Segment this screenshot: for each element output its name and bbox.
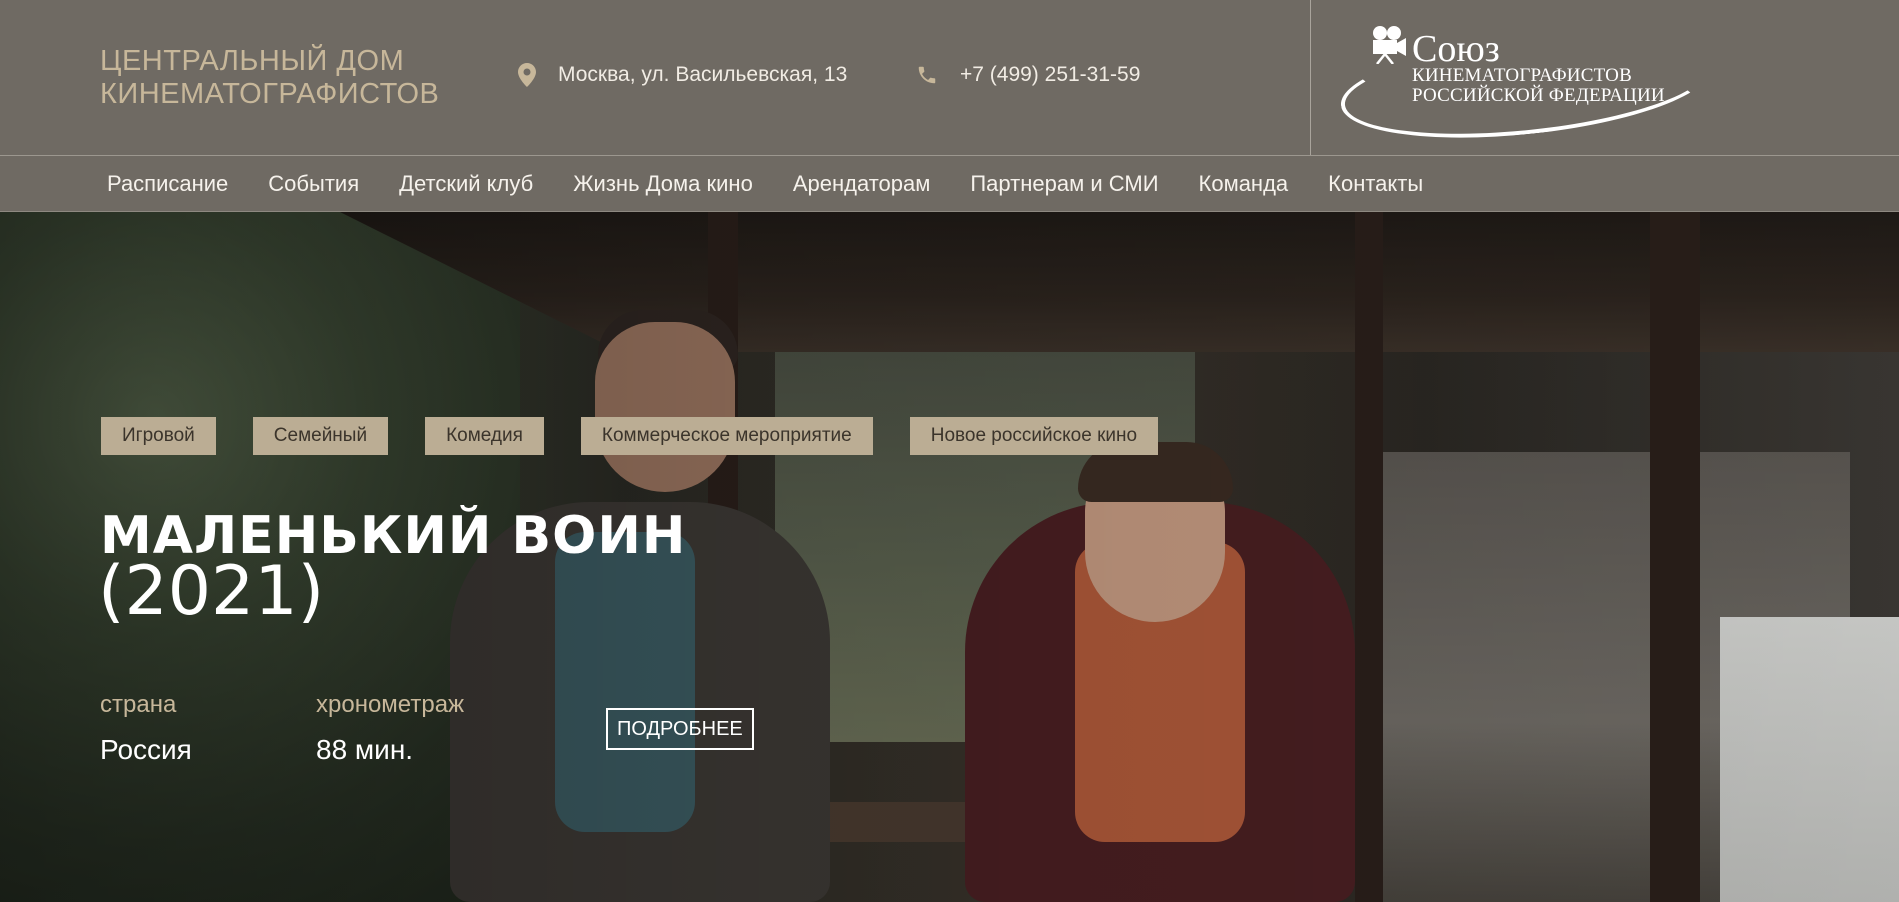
genre-tags: Игровой Семейный Комедия Коммерческое ме… xyxy=(101,417,1195,455)
duration-label: хронометраж xyxy=(316,691,465,718)
site-title-line1: ЦЕНТРАЛЬНЫЙ ДОМ xyxy=(100,45,405,77)
tag-comedy[interactable]: Комедия xyxy=(425,417,544,455)
site-title-line2: КИНЕМАТОГРАФИСТОВ xyxy=(100,78,440,110)
nav-item-events[interactable]: События xyxy=(268,171,359,197)
tag-new-russian-cinema[interactable]: Новое российское кино xyxy=(909,417,1159,455)
more-button[interactable]: ПОДРОБНЕЕ xyxy=(606,708,754,750)
map-pin-icon xyxy=(518,63,536,87)
union-logo[interactable]: Союз Кинематографистов Российской федера… xyxy=(1336,18,1717,154)
nav-item-partners[interactable]: Партнерам и СМИ xyxy=(970,171,1158,197)
nav-item-schedule[interactable]: Расписание xyxy=(107,171,228,197)
header-divider xyxy=(1310,0,1311,155)
phone-text: +7 (499) 251-31-59 xyxy=(960,63,1141,86)
nav-item-contacts[interactable]: Контакты xyxy=(1328,171,1423,197)
site-title[interactable]: ЦЕНТРАЛЬНЫЙ ДОМ КИНЕМАТОГРАФИСТОВ xyxy=(100,45,520,111)
nav-item-team[interactable]: Команда xyxy=(1199,171,1289,197)
film-camera-icon xyxy=(1373,26,1406,64)
address: Москва, ул. Васильевская, 13 xyxy=(518,63,847,87)
duration-value: 88 мин. xyxy=(316,734,414,765)
country-label: страна xyxy=(100,691,177,718)
phone-icon xyxy=(918,66,936,84)
nav-item-tenants[interactable]: Арендаторам xyxy=(793,171,931,197)
site-header: ЦЕНТРАЛЬНЫЙ ДОМ КИНЕМАТОГРАФИСТОВ Москва… xyxy=(0,0,1899,156)
logo-subtitle-1: Кинематографистов xyxy=(1412,65,1632,86)
nav-item-house-life[interactable]: Жизнь Дома кино xyxy=(573,171,753,197)
country-value: Россия xyxy=(100,734,192,765)
tag-feature[interactable]: Игровой xyxy=(101,417,216,455)
nav-item-kids-club[interactable]: Детский клуб xyxy=(399,171,533,197)
movie-year: (2021) xyxy=(98,552,325,631)
tag-commercial-event[interactable]: Коммерческое мероприятие xyxy=(580,417,873,455)
address-text: Москва, ул. Васильевская, 13 xyxy=(558,63,848,86)
logo-title: Союз xyxy=(1412,28,1500,70)
phone[interactable]: +7 (499) 251-31-59 xyxy=(916,63,1140,87)
hero-banner: Игровой Семейный Комедия Коммерческое ме… xyxy=(0,212,1899,902)
main-nav: Расписание События Детский клуб Жизнь До… xyxy=(0,156,1899,212)
nav-list: Расписание События Детский клуб Жизнь До… xyxy=(107,156,1463,211)
tag-family[interactable]: Семейный xyxy=(252,417,389,455)
logo-subtitle-2: Российской федерации xyxy=(1412,85,1665,106)
